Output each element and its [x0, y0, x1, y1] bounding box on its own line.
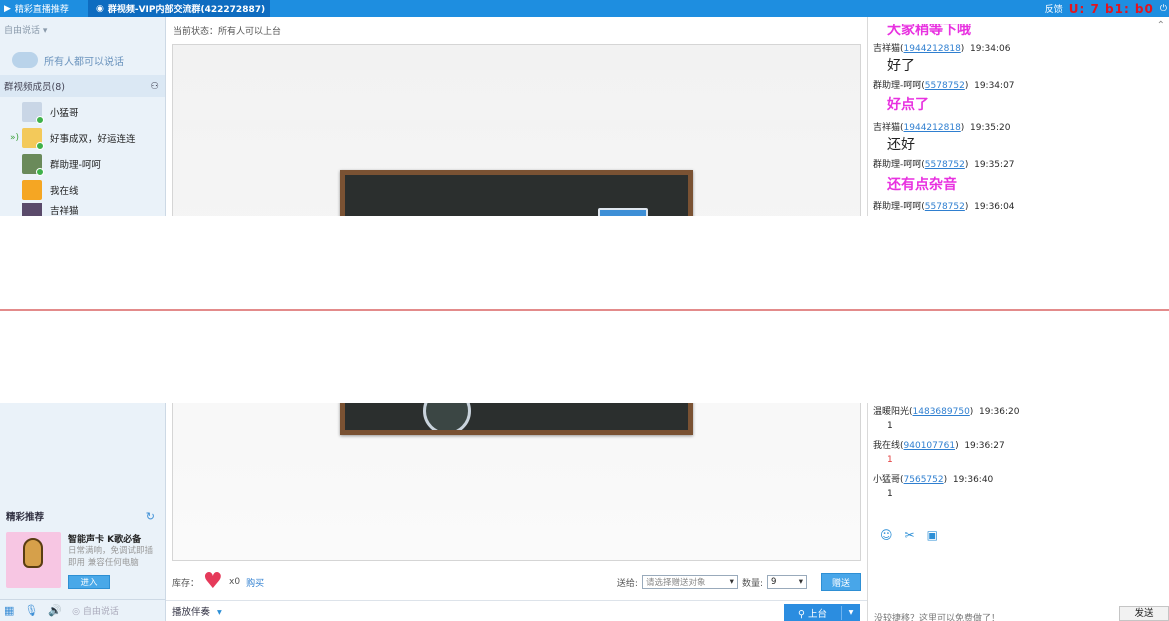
- buy-link[interactable]: 购买: [246, 576, 264, 589]
- chat-message: 好点了: [887, 97, 929, 113]
- chevron-down-icon: ▾: [42, 26, 48, 36]
- avatar: [22, 180, 42, 200]
- chat-meta: 温暖阳光(1483689750) 19:36:20: [873, 407, 1020, 417]
- red-overlay-text: U: 7 b1: b0: [1068, 1, 1154, 16]
- member-item[interactable]: 小猛哥: [0, 99, 165, 125]
- avatar: [22, 154, 44, 176]
- person-icon: ⚲: [797, 608, 805, 620]
- send-button[interactable]: 发送: [1119, 606, 1169, 621]
- free-speak-icon: ◎: [72, 607, 80, 617]
- free-speak-toggle[interactable]: ◎ 自由说话: [72, 604, 119, 617]
- chat-meta: 群助理-呵呵(5578752) 19:34:07: [873, 81, 1015, 91]
- chat-meta: 群助理-呵呵(5578752) 19:35:27: [873, 160, 1015, 170]
- user-id-link[interactable]: 1483689750: [913, 407, 970, 417]
- user-id-link[interactable]: 5578752: [925, 160, 965, 170]
- member-item[interactable]: 吉祥猫: [0, 203, 165, 216]
- user-id-link[interactable]: 1944212818: [904, 44, 961, 54]
- members-header: 群视频成员(8) ⚇: [0, 75, 165, 97]
- gift-bar: 库存： ♥ x0 购买 送给: 请选择赠送对象 ▾ 数量: 9 ▾ 赠送: [172, 569, 861, 595]
- user-id-link[interactable]: 7565752: [904, 475, 944, 485]
- title-bar: ▶ 精彩直播推荐 ◉ 群视频-VIP内部交流群(422272887) 反馈 U:…: [0, 0, 1169, 17]
- power-icon[interactable]: ⏻: [1160, 4, 1167, 14]
- emoji-icon[interactable]: ☺: [880, 528, 893, 542]
- member-item[interactable]: ») 好事成双，好运连连: [0, 125, 165, 151]
- avatar: [22, 203, 42, 216]
- give-to-label: 送给:: [616, 578, 638, 589]
- chevron-down-icon: ▾: [729, 577, 734, 587]
- tab-group-video[interactable]: ◉ 群视频-VIP内部交流群(422272887): [88, 0, 270, 17]
- give-button[interactable]: 赠送: [821, 573, 861, 591]
- image-icon[interactable]: ▣: [927, 528, 938, 542]
- red-divider: [0, 309, 1169, 311]
- mic-icon[interactable]: 🎙: [24, 604, 38, 617]
- chat-message: 1: [887, 455, 893, 465]
- tab-label: 精彩直播推荐: [14, 5, 69, 15]
- chat-toolbar: ☺ ✂ ▣: [880, 528, 938, 542]
- chat-message: 还有点杂音: [887, 177, 957, 193]
- cloud-icon: [12, 52, 38, 68]
- recommend-card[interactable]: 智能声卡 K歌必备 日常满响，免调试即插即用 兼容任何电脑 进入: [6, 532, 161, 590]
- chat-meta: 吉祥猫(1944212818) 19:34:06: [873, 44, 1011, 54]
- user-id-link[interactable]: 1944212818: [904, 123, 961, 133]
- chat-message: 1: [887, 421, 893, 431]
- main-footer: 播放伴奏 ▾ ⚲ 上台 ▾: [166, 600, 867, 621]
- enter-button[interactable]: 进入: [68, 575, 110, 589]
- user-id-link[interactable]: 5578752: [925, 81, 965, 91]
- chat-input[interactable]: 没较捷移？这里可以免费做了！: [874, 611, 1000, 621]
- on-stage-button[interactable]: ⚲ 上台 ▾: [784, 604, 860, 621]
- give-to-select[interactable]: 请选择赠送对象 ▾: [641, 575, 738, 589]
- user-id-link[interactable]: 940107761: [904, 441, 956, 451]
- speaking-icon: »): [9, 133, 19, 143]
- heart-icon: ♥: [203, 569, 223, 594]
- chat-meta: 小猛哥(7565752) 19:36:40: [873, 475, 994, 485]
- app-icon[interactable]: ▦: [4, 604, 14, 617]
- chat-message: 好了: [887, 58, 915, 74]
- stock-label: 库存：: [172, 578, 200, 589]
- chat-message: 1: [887, 489, 893, 499]
- titlebar-right: 反馈 U: 7 b1: b0 ⏻: [1045, 0, 1169, 17]
- sidebar-bottom-bar: ▦ 🎙 🔊 ◎ 自由说话: [0, 599, 165, 621]
- all-can-speak: 所有人都可以说话: [12, 52, 124, 68]
- member-item[interactable]: 我在线: [0, 177, 165, 203]
- avatar: [22, 102, 44, 124]
- camera-icon: ◉: [96, 3, 104, 14]
- stock-count: x0: [229, 577, 241, 587]
- recommend-header: 精彩推荐 ↻: [6, 509, 155, 524]
- current-status: 当前状态：所有人可以上台: [173, 27, 282, 37]
- recommend-title: 智能声卡 K歌必备: [68, 535, 142, 545]
- recommend-desc: 日常满响，免调试即插即用 兼容任何电脑: [68, 546, 154, 568]
- play-companion-button[interactable]: 播放伴奏 ▾: [172, 604, 222, 618]
- microphone-image: [6, 532, 61, 588]
- chat-message: 大家稍等下哦: [887, 22, 971, 38]
- user-id-link[interactable]: 5578752: [925, 202, 965, 212]
- add-member-icon[interactable]: ⚇: [150, 81, 159, 92]
- speak-mode-dropdown[interactable]: 自由说话 ▾: [4, 23, 47, 36]
- feedback-link[interactable]: 反馈: [1045, 2, 1063, 15]
- chevron-down-icon: ▾: [798, 577, 803, 587]
- chevron-down-icon[interactable]: ▾: [842, 607, 860, 618]
- qty-label: 数量:: [741, 578, 763, 589]
- chevron-down-icon: ▾: [217, 607, 222, 618]
- refresh-icon[interactable]: ↻: [146, 510, 155, 523]
- tab-live-recommend[interactable]: ▶ 精彩直播推荐: [0, 0, 88, 17]
- chat-meta: 我在线(940107761) 19:36:27: [873, 441, 1005, 451]
- scissors-icon[interactable]: ✂: [905, 528, 915, 542]
- chevron-up-icon[interactable]: ⌃: [1157, 20, 1165, 31]
- chat-message: 还好: [887, 137, 915, 153]
- chat-meta: 群助理-呵呵(5578752) 19:36:04: [873, 202, 1015, 212]
- member-item[interactable]: 群助理-呵呵: [0, 151, 165, 177]
- speaker-icon[interactable]: 🔊: [48, 604, 62, 617]
- avatar: [22, 128, 44, 150]
- chat-meta: 吉祥猫(1944212818) 19:35:20: [873, 123, 1011, 133]
- tab-label: 群视频-VIP内部交流群(422272887): [107, 5, 266, 15]
- video-icon: ▶: [4, 3, 11, 14]
- qty-select[interactable]: 9 ▾: [767, 575, 807, 589]
- gift-controls: 送给: 请选择赠送对象 ▾ 数量: 9 ▾ 赠送: [617, 573, 861, 591]
